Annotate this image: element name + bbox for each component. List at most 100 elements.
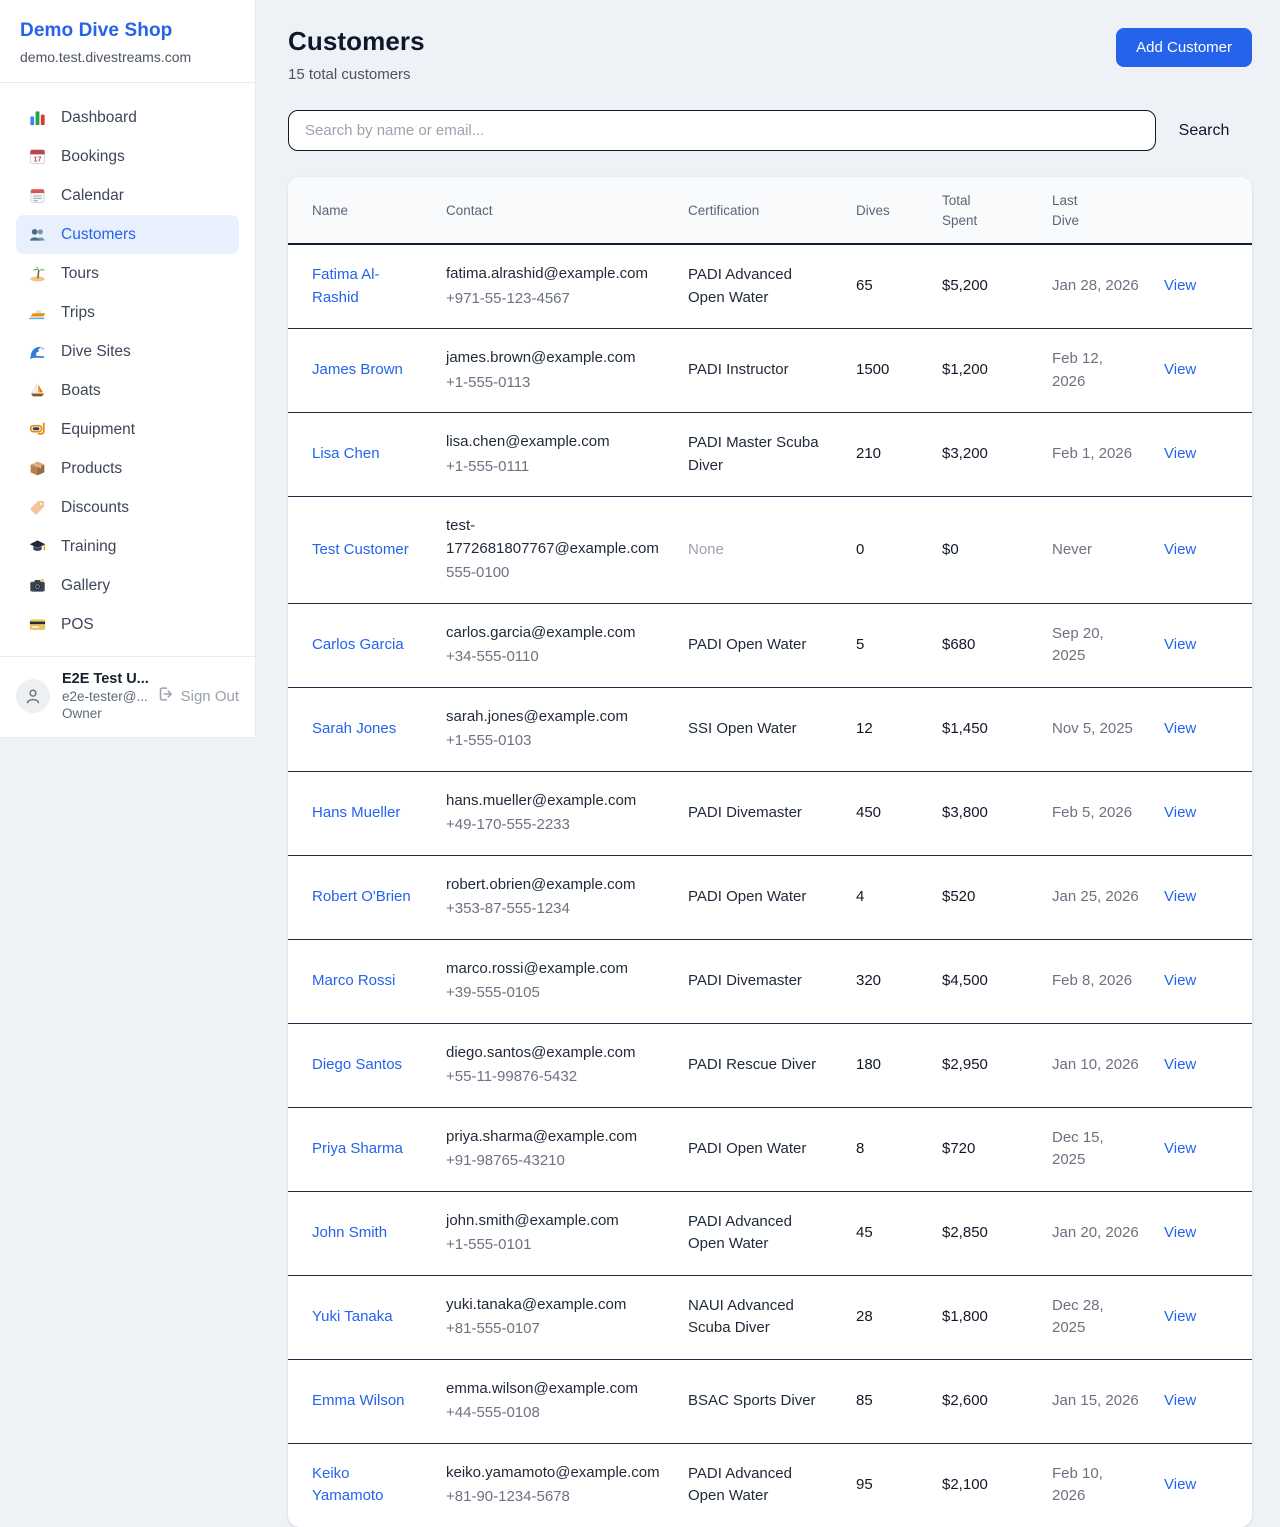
- sidebar-item-label: Products: [61, 460, 122, 478]
- sidebar-item-dive-sites[interactable]: Dive Sites: [16, 332, 239, 371]
- customer-phone: +39-555-0105: [446, 982, 664, 1005]
- certification-cell: NAUI Advanced Scuba Diver: [676, 1275, 844, 1359]
- certification-cell: PADI Divemaster: [676, 939, 844, 1023]
- sidebar-item-label: Tours: [61, 265, 99, 283]
- total-spent-cell: $2,600: [930, 1359, 1040, 1443]
- training-icon: [28, 537, 47, 556]
- contact-cell: diego.santos@example.com +55-11-99876-54…: [434, 1023, 676, 1107]
- user-email: e2e-tester@...: [62, 689, 144, 704]
- sidebar-item-tours[interactable]: Tours: [16, 254, 239, 293]
- sidebar-item-discounts[interactable]: Discounts: [16, 488, 239, 527]
- last-dive-cell: Feb 12, 2026: [1040, 329, 1152, 413]
- sign-out-button[interactable]: Sign Out: [156, 685, 239, 707]
- sidebar-item-bookings[interactable]: 17Bookings: [16, 137, 239, 176]
- view-link[interactable]: View: [1164, 1140, 1196, 1157]
- sidebar-item-boats[interactable]: Boats: [16, 371, 239, 410]
- search-input[interactable]: [288, 110, 1156, 151]
- view-link[interactable]: View: [1164, 445, 1196, 462]
- customer-email: hans.mueller@example.com: [446, 790, 664, 813]
- search-button[interactable]: Search: [1156, 122, 1252, 140]
- customer-name-link[interactable]: Diego Santos: [312, 1054, 402, 1077]
- customer-email: yuki.tanaka@example.com: [446, 1294, 664, 1317]
- certification-value: PADI Open Water: [688, 1138, 806, 1161]
- sidebar-item-pos[interactable]: POS: [16, 605, 239, 644]
- sidebar-item-dashboard[interactable]: Dashboard: [16, 98, 239, 137]
- last-dive-cell: Sep 20, 2025: [1040, 603, 1152, 687]
- table-header-row: NameContactCertificationDivesTotal Spent…: [288, 177, 1252, 244]
- customers-table: NameContactCertificationDivesTotal Spent…: [288, 177, 1252, 1527]
- brand-name[interactable]: Demo Dive Shop: [20, 20, 235, 42]
- customer-phone: +971-55-123-4567: [446, 288, 664, 311]
- sidebar-item-training[interactable]: Training: [16, 527, 239, 566]
- customer-name-link[interactable]: Hans Mueller: [312, 802, 400, 825]
- last-dive-cell: Dec 28, 2025: [1040, 1275, 1152, 1359]
- view-link[interactable]: View: [1164, 541, 1196, 558]
- customer-name-link[interactable]: Test Customer: [312, 539, 409, 562]
- certification-cell: PADI Divemaster: [676, 771, 844, 855]
- column-header-actions: [1152, 177, 1252, 244]
- customer-name-link[interactable]: Yuki Tanaka: [312, 1306, 393, 1329]
- sidebar-item-equipment[interactable]: Equipment: [16, 410, 239, 449]
- view-link[interactable]: View: [1164, 888, 1196, 905]
- customer-name-link[interactable]: Lisa Chen: [312, 443, 380, 466]
- page-header: Customers 15 total customers Add Custome…: [288, 26, 1252, 83]
- view-link[interactable]: View: [1164, 1308, 1196, 1325]
- total-spent-cell: $1,450: [930, 687, 1040, 771]
- tours-icon: [28, 264, 47, 283]
- customer-name-link[interactable]: Sarah Jones: [312, 718, 396, 741]
- customer-name-link[interactable]: Carlos Garcia: [312, 634, 404, 657]
- sidebar-item-gallery[interactable]: Gallery: [16, 566, 239, 605]
- dives-cell: 450: [844, 771, 930, 855]
- view-link[interactable]: View: [1164, 804, 1196, 821]
- customer-email: lisa.chen@example.com: [446, 431, 664, 454]
- view-link[interactable]: View: [1164, 1476, 1196, 1493]
- sidebar-item-calendar[interactable]: Calendar: [16, 176, 239, 215]
- view-link[interactable]: View: [1164, 277, 1196, 294]
- products-icon: [28, 459, 47, 478]
- table-row: James Brown james.brown@example.com +1-5…: [288, 329, 1252, 413]
- customer-name-link[interactable]: John Smith: [312, 1222, 387, 1245]
- customer-phone: +81-555-0107: [446, 1318, 664, 1341]
- column-header-last-dive: Last Dive: [1040, 177, 1152, 244]
- dive-sites-icon: [28, 342, 47, 361]
- view-link[interactable]: View: [1164, 972, 1196, 989]
- sidebar-item-label: Discounts: [61, 499, 129, 517]
- total-spent-cell: $2,950: [930, 1023, 1040, 1107]
- customer-name-link[interactable]: Priya Sharma: [312, 1138, 403, 1161]
- sidebar-item-trips[interactable]: Trips: [16, 293, 239, 332]
- customer-name-link[interactable]: Fatima Al-Rashid: [312, 264, 422, 309]
- customer-name-link[interactable]: James Brown: [312, 359, 403, 382]
- customer-phone: +55-11-99876-5432: [446, 1066, 664, 1089]
- last-dive-cell: Jan 25, 2026: [1040, 855, 1152, 939]
- view-link[interactable]: View: [1164, 720, 1196, 737]
- customer-name-link[interactable]: Emma Wilson: [312, 1390, 405, 1413]
- customer-phone: +1-555-0111: [446, 456, 664, 479]
- last-dive-cell: Feb 1, 2026: [1040, 413, 1152, 497]
- avatar: [16, 679, 50, 713]
- sidebar-item-customers[interactable]: Customers: [16, 215, 239, 254]
- dives-cell: 8: [844, 1107, 930, 1191]
- customers-table-card: NameContactCertificationDivesTotal Spent…: [288, 177, 1252, 1527]
- sidebar-item-products[interactable]: Products: [16, 449, 239, 488]
- table-row: Hans Mueller hans.mueller@example.com +4…: [288, 771, 1252, 855]
- view-link[interactable]: View: [1164, 1224, 1196, 1241]
- certification-value: PADI Instructor: [688, 359, 789, 382]
- total-spent-cell: $2,850: [930, 1191, 1040, 1275]
- view-link[interactable]: View: [1164, 361, 1196, 378]
- customers-icon: [28, 225, 47, 244]
- total-spent-cell: $1,800: [930, 1275, 1040, 1359]
- customer-name-link[interactable]: Keiko Yamamoto: [312, 1463, 422, 1508]
- add-customer-button[interactable]: Add Customer: [1116, 28, 1252, 67]
- sidebar-item-label: Gallery: [61, 577, 110, 595]
- table-row: Diego Santos diego.santos@example.com +5…: [288, 1023, 1252, 1107]
- certification-cell: BSAC Sports Diver: [676, 1359, 844, 1443]
- view-link[interactable]: View: [1164, 1056, 1196, 1073]
- total-spent-cell: $3,800: [930, 771, 1040, 855]
- last-dive-cell: Feb 5, 2026: [1040, 771, 1152, 855]
- certification-value: PADI Advanced Open Water: [688, 1463, 820, 1508]
- view-link[interactable]: View: [1164, 1392, 1196, 1409]
- customer-name-link[interactable]: Marco Rossi: [312, 970, 395, 993]
- view-link[interactable]: View: [1164, 636, 1196, 653]
- customer-phone: +1-555-0113: [446, 372, 664, 395]
- customer-name-link[interactable]: Robert O'Brien: [312, 886, 411, 909]
